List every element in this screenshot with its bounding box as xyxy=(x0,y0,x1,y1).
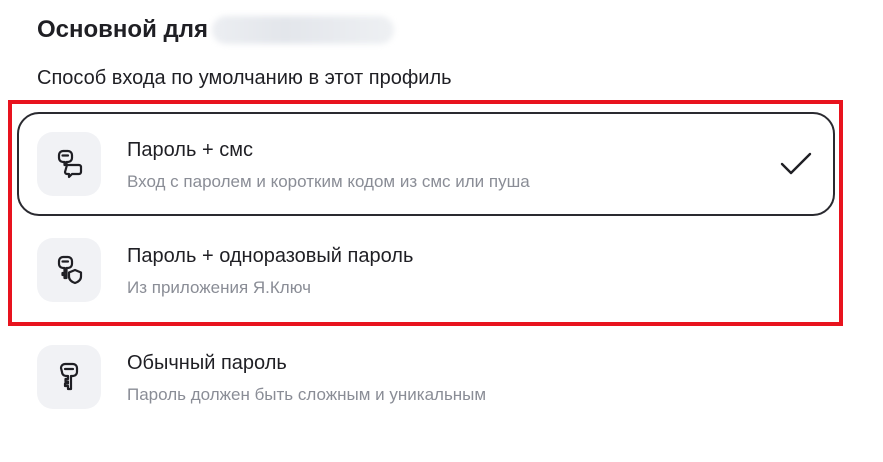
page-subtitle: Способ входа по умолчанию в этот профиль xyxy=(37,67,452,89)
option-title: Обычный пароль xyxy=(127,352,287,374)
option-title: Пароль + одноразовый пароль xyxy=(127,245,414,267)
page-title: Основной для xyxy=(37,16,394,44)
key-shield-icon xyxy=(37,238,101,302)
page-title-text: Основной для xyxy=(37,16,208,43)
option-title: Пароль + смс xyxy=(127,139,253,161)
checkmark-icon xyxy=(780,152,812,175)
key-sms-icon xyxy=(37,132,101,196)
blurred-account-name xyxy=(212,16,394,44)
option-password-otp[interactable]: Пароль + одноразовый пароль Из приложени… xyxy=(17,218,835,322)
login-method-settings: Основной для Способ входа по умолчанию в… xyxy=(0,0,883,462)
option-password-sms[interactable]: Пароль + смс Вход с паролем и коротким к… xyxy=(17,112,835,216)
option-description: Вход с паролем и коротким кодом из смс и… xyxy=(127,172,530,191)
option-regular-password[interactable]: Обычный пароль Пароль должен быть сложны… xyxy=(17,325,835,429)
key-icon xyxy=(37,345,101,409)
option-description: Пароль должен быть сложным и уникальным xyxy=(127,385,487,404)
option-description: Из приложения Я.Ключ xyxy=(127,278,311,297)
